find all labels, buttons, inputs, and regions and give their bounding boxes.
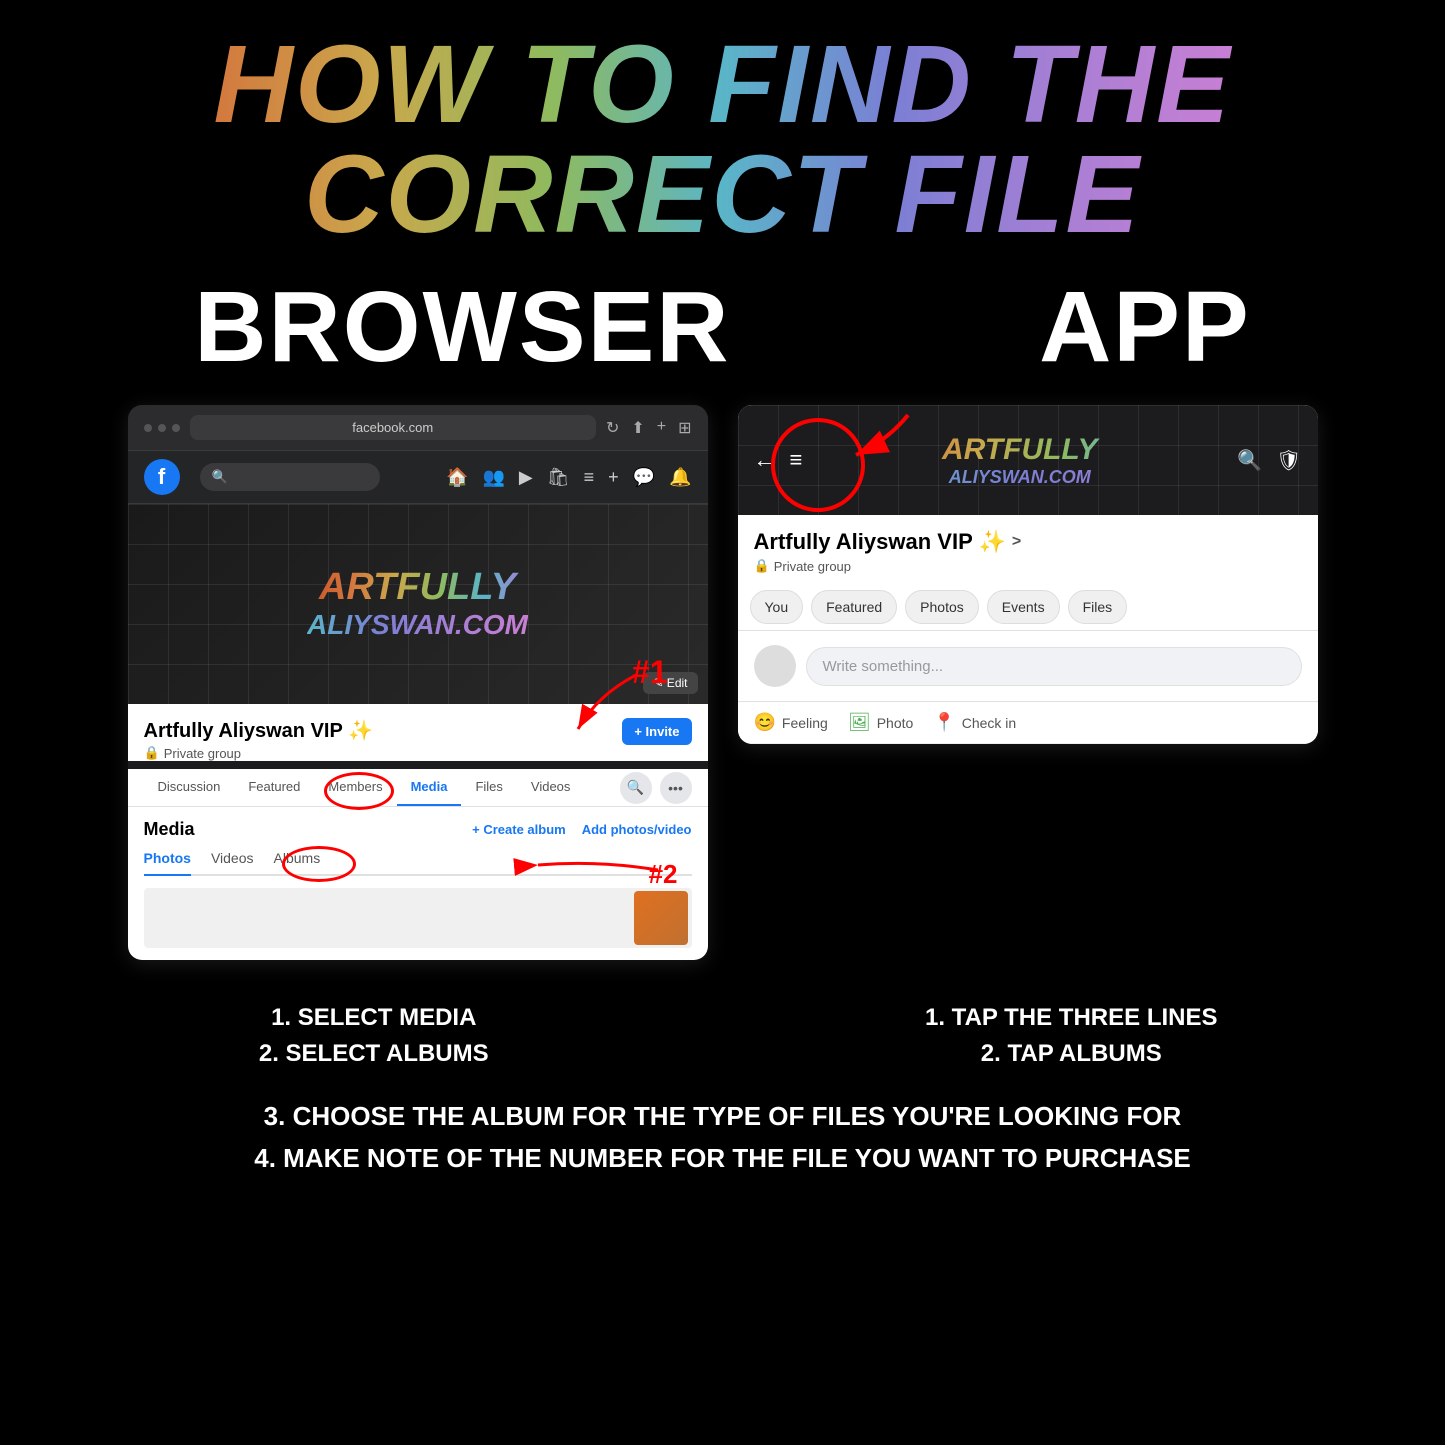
fb-nav: f 🔍 🏠 👥 ▶ 🛍 ≡ + 💬 🔔 [128, 451, 708, 504]
main-container: HOW TO FIND THE CORRECT FILE BROWSER APP… [0, 0, 1445, 1445]
reload-icon[interactable]: ↻ [606, 418, 619, 438]
browser-label: BROWSER [194, 270, 730, 385]
instructions-row: 1. SELECT MEDIA 2. SELECT ALBUMS 1. TAP … [40, 1000, 1405, 1072]
fb-tab-icons: 🔍 ••• [620, 772, 692, 804]
bell-icon[interactable]: 🔔 [669, 467, 691, 488]
fb-tab-files[interactable]: Files [461, 769, 516, 806]
screenshots-row: facebook.com ↻ ⬆ + ⊞ f 🔍 🏠 👥 ▶ 🛍 ≡ [40, 405, 1405, 960]
browser-screenshot: facebook.com ↻ ⬆ + ⊞ f 🔍 🏠 👥 ▶ 🛍 ≡ [128, 405, 708, 960]
bottom-text: 3. CHOOSE THE ALBUM FOR THE TYPE OF FILE… [40, 1096, 1405, 1179]
app-tab-photos[interactable]: Photos [905, 590, 979, 624]
browser-dot-3 [172, 424, 180, 432]
app-private-label: 🔒 Private group [754, 558, 1302, 574]
browser-dots [144, 424, 180, 432]
fb-media-header: Media + Create album Add photos/video [144, 819, 692, 840]
browser-dot-1 [144, 424, 152, 432]
fb-media-tab-albums[interactable]: Albums [274, 850, 321, 876]
photo-icon: 🖼 [848, 712, 871, 733]
fb-media-actions: + Create album Add photos/video [472, 822, 691, 837]
app-screenshot: ← ≡ ARTFULLY ALIYSWAN.COM 🔍 🛡 [738, 405, 1318, 744]
fb-tab-members[interactable]: Members [314, 769, 396, 806]
browser-instruction-1: 1. SELECT MEDIA [40, 1000, 708, 1036]
app-lock-icon: 🔒 [754, 558, 770, 574]
app-arrow-svg [748, 410, 948, 540]
app-instruction-2: 2. TAP ALBUMS [738, 1036, 1406, 1072]
fb-tab-media[interactable]: Media [397, 769, 462, 806]
add-photos-btn[interactable]: Add photos/video [582, 822, 692, 837]
app-tab-you[interactable]: You [750, 590, 804, 624]
create-album-btn[interactable]: + Create album [472, 822, 566, 837]
app-write-box[interactable]: Write something... [806, 647, 1302, 686]
messenger-icon[interactable]: 💬 [633, 467, 655, 488]
browser-instruction-2: 2. SELECT ALBUMS [40, 1036, 708, 1072]
friends-icon[interactable]: 👥 [483, 467, 505, 488]
section-labels: BROWSER APP [40, 270, 1405, 385]
title-row: HOW TO FIND THE CORRECT FILE [40, 30, 1405, 250]
bottom-line-1: 3. CHOOSE THE ALBUM FOR THE TYPE OF FILE… [40, 1096, 1405, 1138]
browser-bar: facebook.com ↻ ⬆ + ⊞ [128, 405, 708, 451]
search-tab-btn[interactable]: 🔍 [620, 772, 652, 804]
app-tabs: You Featured Photos Events Files [738, 584, 1318, 631]
more-tab-btn[interactable]: ••• [660, 772, 692, 804]
app-header-icons: 🔍 🛡 [1237, 448, 1301, 473]
checkin-icon: 📍 [933, 712, 955, 733]
menu-icon[interactable]: ≡ [584, 467, 595, 488]
fb-tab-videos[interactable]: Videos [517, 769, 585, 806]
create-icon[interactable]: + [608, 467, 619, 488]
app-label: APP [1039, 270, 1251, 385]
home-icon[interactable]: 🏠 [446, 467, 468, 488]
app-post-actions: 😊 Feeling 🖼 Photo 📍 Check in [738, 702, 1318, 744]
fb-cover-title-line1: ARTFULLY [307, 567, 528, 609]
main-title: HOW TO FIND THE CORRECT FILE [40, 30, 1405, 250]
browser-dot-2 [158, 424, 166, 432]
fb-logo: f [144, 459, 180, 495]
app-feeling-action[interactable]: 😊 Feeling [754, 712, 828, 733]
app-avatar [754, 645, 796, 687]
feeling-icon: 😊 [754, 712, 776, 733]
app-tab-files[interactable]: Files [1068, 590, 1128, 624]
fb-nav-icons: 🏠 👥 ▶ 🛍 ≡ + 💬 🔔 [446, 467, 691, 488]
fb-search-box[interactable]: 🔍 [200, 463, 380, 491]
add-tab-icon[interactable]: + [657, 418, 666, 438]
fb-cover-text: ARTFULLY ALIYSWAN.COM [307, 567, 528, 641]
fb-cover-title-line2: ALIYSWAN.COM [307, 609, 528, 641]
app-instruction-1: 1. TAP THE THREE LINES [738, 1000, 1406, 1036]
fb-media-title: Media [144, 819, 195, 840]
fb-private-label: 🔒 Private group [144, 745, 692, 761]
lock-icon: 🔒 [144, 745, 160, 761]
fb-media-wrapper: Media + Create album Add photos/video Ph… [128, 807, 708, 960]
grid-icon[interactable]: ⊞ [678, 418, 691, 438]
share-icon[interactable]: ⬆ [631, 418, 644, 438]
app-shield-icon[interactable]: 🛡 [1276, 448, 1301, 473]
app-header-wrapper: ← ≡ ARTFULLY ALIYSWAN.COM 🔍 🛡 [738, 405, 1318, 515]
app-chevron: > [1012, 533, 1021, 551]
browser-icons-right: ↻ ⬆ + ⊞ [606, 418, 692, 438]
app-tab-events[interactable]: Events [987, 590, 1060, 624]
fb-media-tab-videos[interactable]: Videos [211, 850, 254, 876]
bottom-line-2: 4. MAKE NOTE OF THE NUMBER FOR THE FILE … [40, 1138, 1405, 1180]
browser-instructions: 1. SELECT MEDIA 2. SELECT ALBUMS [40, 1000, 708, 1072]
app-photo-action[interactable]: 🖼 Photo [848, 712, 913, 733]
marketplace-icon[interactable]: 🛍 [547, 467, 570, 488]
app-checkin-action[interactable]: 📍 Check in [933, 712, 1016, 733]
arrow-2-svg [498, 840, 698, 900]
browser-url: facebook.com [190, 415, 596, 440]
arrow-1-svg [548, 664, 668, 744]
app-write-section: Write something... [738, 631, 1318, 702]
fb-tab-discussion[interactable]: Discussion [144, 769, 235, 806]
fb-group-tabs: Discussion Featured Members Media Files … [128, 769, 708, 807]
fb-tabs-wrapper: Discussion Featured Members Media Files … [128, 769, 708, 807]
fb-media-tab-photos[interactable]: Photos [144, 850, 191, 876]
watch-icon[interactable]: ▶ [519, 467, 533, 488]
app-search-icon[interactable]: 🔍 [1237, 448, 1262, 473]
app-tab-featured[interactable]: Featured [811, 590, 897, 624]
app-instructions: 1. TAP THE THREE LINES 2. TAP ALBUMS [738, 1000, 1406, 1072]
fb-tab-featured[interactable]: Featured [234, 769, 314, 806]
